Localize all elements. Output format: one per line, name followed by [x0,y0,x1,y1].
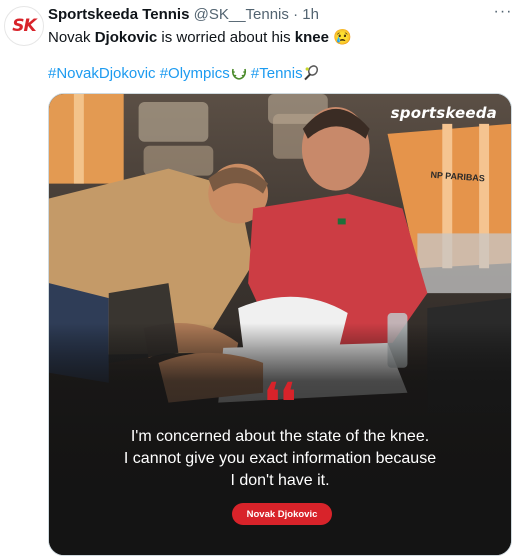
hashtag-link[interactable]: #Tennis [251,65,303,82]
author-name[interactable]: Sportskeeda Tennis [48,6,189,23]
speaker-badge: Novak Djokovic [232,503,332,525]
tweet-text-part: Novak [48,29,95,46]
crying-face-icon: 😢 [333,29,352,46]
quote-line: I'm concerned about the state of the kne… [130,428,430,445]
tweet-header: Sportskeeda Tennis @SK__Tennis · 1h [48,6,494,26]
avatar-logo: SK [12,16,36,36]
separator-dot: · [293,6,299,23]
quote-line: I cannot give you exact information beca… [123,450,437,467]
more-icon[interactable]: ··· [492,4,514,26]
media-image[interactable]: NP PARIBAS sportskeeda ❛❛ I'm concerned … [48,93,512,556]
brand-logo: sportskeeda [390,104,497,122]
quote-mark: ❛❛ [263,372,297,431]
hashtag-link[interactable]: #NovakDjokovic [48,65,156,82]
tweet-time[interactable]: 1h [302,6,319,23]
tweet-text-part: is worried about his [157,29,295,46]
hashtag-line: #NovakDjokovic #Olympics #Tennis [48,64,319,84]
laurel-icon [231,68,246,80]
tennis-racket-icon [303,65,318,81]
author-handle[interactable]: @SK__Tennis [194,6,289,23]
tweet-text-bold: knee [294,29,329,46]
tweet-text: Novak Djokovic is worried about his knee… [48,28,352,48]
quote-text: I'm concerned about the state of the kne… [49,426,511,492]
hashtag-link[interactable]: #Olympics [160,65,230,82]
avatar[interactable]: SK [4,6,44,46]
tweet-text-bold: Djokovic [94,29,158,46]
quote-line: I don't have it. [230,472,330,489]
